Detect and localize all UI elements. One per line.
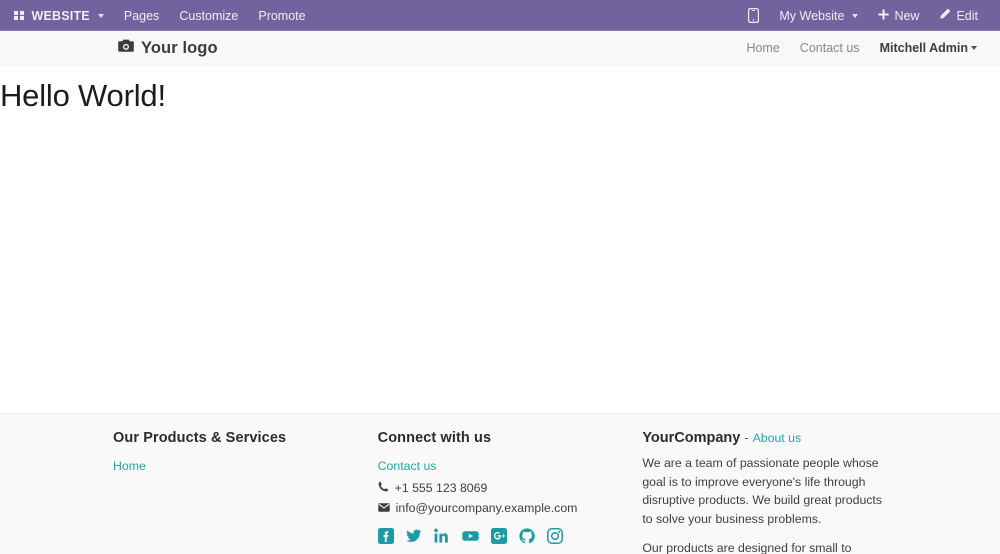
footer-column-about: YourCompany - About us We are a team of … bbox=[642, 430, 900, 554]
app-menu-website[interactable]: WEBSITE bbox=[8, 0, 114, 31]
website-header: Your logo Home Contact us Mitchell Admin bbox=[0, 31, 1000, 66]
footer-products-heading: Our Products & Services bbox=[113, 430, 287, 446]
website-nav: Home Contact us Mitchell Admin bbox=[737, 37, 986, 59]
pencil-icon bbox=[939, 8, 951, 23]
google-plus-icon[interactable] bbox=[490, 528, 507, 544]
github-icon[interactable] bbox=[519, 528, 535, 544]
menu-promote-label: Promote bbox=[258, 8, 306, 23]
footer-about-paragraph-2: Our products are designed for small to m… bbox=[642, 540, 852, 554]
edit-button[interactable]: Edit bbox=[929, 0, 988, 31]
user-menu-label: Mitchell Admin bbox=[879, 41, 968, 55]
footer-link-contact-us[interactable]: Contact us bbox=[378, 459, 437, 473]
footer-link-home[interactable]: Home bbox=[113, 459, 146, 473]
footer-column-products: Our Products & Services Home bbox=[113, 430, 378, 554]
footer-link-about-us[interactable]: About us bbox=[753, 431, 802, 445]
menu-customize-label: Customize bbox=[179, 8, 239, 23]
twitter-icon[interactable] bbox=[405, 528, 422, 544]
page-title: Hello World! bbox=[0, 78, 166, 113]
footer-phone-text: +1 555 123 8069 bbox=[394, 481, 488, 495]
site-footer: Our Products & Services Home Connect wit… bbox=[0, 413, 1000, 554]
page-content: Hello World! bbox=[0, 66, 1000, 413]
website-selector[interactable]: My Website bbox=[769, 0, 868, 31]
footer-about-paragraph-1: We are a team of passionate people whose… bbox=[642, 456, 882, 527]
site-logo-text: Your logo bbox=[141, 38, 218, 57]
user-menu[interactable]: Mitchell Admin bbox=[871, 37, 986, 59]
chevron-down-icon bbox=[971, 46, 977, 50]
youtube-icon[interactable] bbox=[461, 528, 479, 544]
website-selector-label: My Website bbox=[779, 8, 845, 23]
linkedin-icon[interactable] bbox=[433, 528, 450, 544]
mobile-preview-button[interactable] bbox=[738, 0, 769, 31]
camera-icon bbox=[118, 39, 134, 58]
menu-customize[interactable]: Customize bbox=[169, 0, 248, 31]
chevron-down-icon bbox=[852, 13, 859, 18]
app-menu-label: WEBSITE bbox=[31, 8, 90, 23]
nav-item-contact-us[interactable]: Contact us bbox=[791, 37, 869, 59]
instagram-icon[interactable] bbox=[546, 528, 563, 544]
footer-phone: +1 555 123 8069 bbox=[378, 481, 643, 495]
facebook-icon[interactable] bbox=[377, 528, 394, 544]
menu-pages[interactable]: Pages bbox=[114, 0, 169, 31]
apps-grid-icon bbox=[14, 10, 24, 21]
envelope-icon bbox=[377, 501, 390, 515]
footer-about-dash: - bbox=[744, 431, 749, 445]
mobile-phone-icon bbox=[748, 8, 760, 23]
site-logo[interactable]: Your logo bbox=[118, 39, 218, 58]
footer-about-heading: YourCompany - About us bbox=[642, 430, 900, 446]
odoo-systray-bar: WEBSITE Pages Customize Promote My Websi… bbox=[0, 0, 1000, 31]
plus-icon bbox=[878, 8, 890, 23]
chevron-down-icon bbox=[97, 13, 104, 18]
footer-email: info@yourcompany.example.com bbox=[377, 501, 643, 515]
menu-promote[interactable]: Promote bbox=[248, 0, 315, 31]
footer-social-links bbox=[377, 528, 643, 544]
footer-column-connect: Connect with us Contact us +1 555 123 80… bbox=[377, 430, 643, 554]
menu-pages-label: Pages bbox=[123, 8, 160, 23]
new-button-label: New bbox=[894, 8, 920, 23]
nav-item-home[interactable]: Home bbox=[737, 37, 788, 59]
systray-right: My Website New Edit bbox=[738, 0, 988, 31]
footer-company-name: YourCompany bbox=[642, 430, 741, 446]
edit-button-label: Edit bbox=[956, 8, 978, 23]
phone-icon bbox=[378, 481, 389, 495]
footer-email-text: info@yourcompany.example.com bbox=[395, 501, 578, 515]
new-button[interactable]: New bbox=[868, 0, 929, 31]
footer-connect-heading: Connect with us bbox=[377, 430, 492, 446]
